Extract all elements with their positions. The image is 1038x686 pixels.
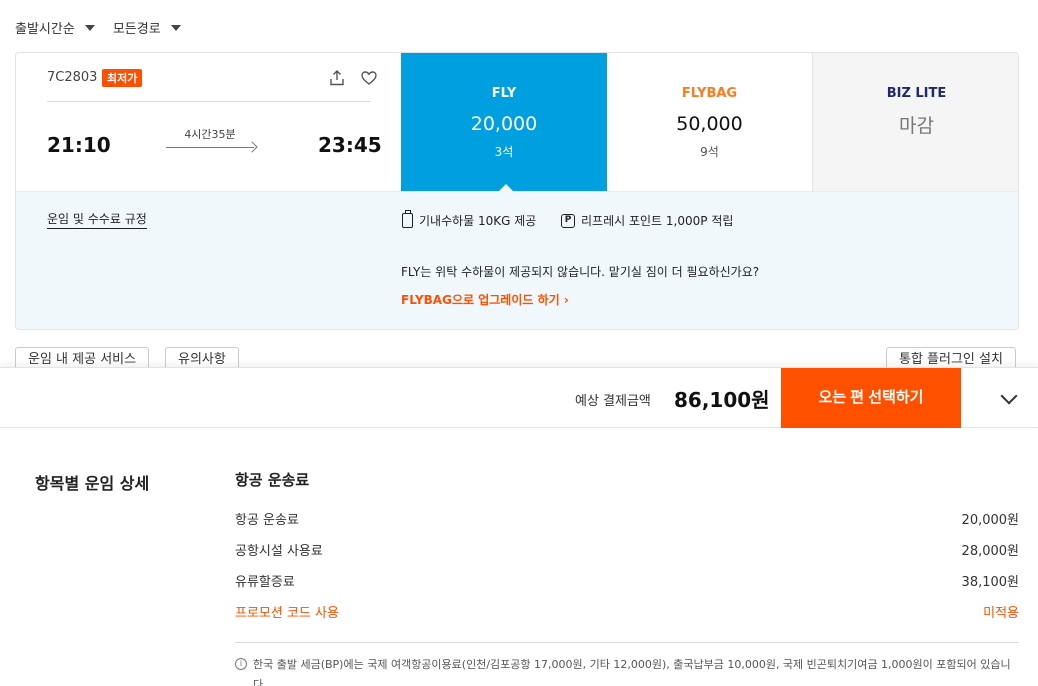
duration-line	[166, 147, 254, 148]
fare-name: FLY	[491, 86, 517, 101]
fare-breakdown-title: 항목별 운임 상세	[35, 474, 150, 493]
sort-bar: 출발시간순 모든경로	[15, 18, 181, 37]
selected-fare-pointer	[498, 184, 514, 192]
fare-row-label: 유류할증료	[235, 575, 295, 590]
carry-on-bag-icon	[402, 210, 413, 228]
sort-order-dropdown[interactable]: 출발시간순	[15, 18, 95, 37]
point-icon: P	[561, 213, 575, 228]
sort-order-label: 출발시간순	[15, 22, 75, 37]
fare-row-label: 프로모션 코드 사용	[235, 606, 339, 621]
fee-rules-link[interactable]: 운임 및 수수료 규정	[47, 210, 147, 229]
lowest-price-badge: 최저가	[102, 69, 143, 87]
fare-name: BIZ LITE	[886, 86, 947, 101]
tax-note: i 한국 출발 세금(BP)에는 국제 여객항공이용료(인천/김포공항 17,0…	[235, 655, 1019, 686]
payment-bar: 예상 결제금액 86,100원 오는 편 선택하기	[0, 367, 1038, 428]
fare-row-value: 38,100원	[961, 575, 1019, 590]
fare-row-label: 공항시설 사용료	[235, 544, 323, 559]
fare-row-label: 항공 운송료	[235, 513, 299, 528]
info-icon: i	[235, 658, 247, 670]
divider	[235, 642, 1019, 643]
promo-code-row: 프로모션 코드 사용 미적용	[235, 602, 1019, 622]
caret-down-icon	[170, 24, 181, 31]
flight-card-summary: 7C2803 최저가 21:10 4시간35분 23:45 FLY 20,000…	[16, 53, 1018, 191]
fare-row: 유류할증료 38,100원	[235, 571, 1019, 591]
route-filter-label: 모든경로	[112, 22, 161, 37]
benefit-carry-on: 기내수하물 10KG 제공	[402, 210, 537, 229]
flight-duration: 4시간35분	[184, 128, 236, 141]
arrow-right-icon	[246, 141, 258, 153]
chevron-down-icon[interactable]	[1000, 387, 1018, 405]
upgrade-flybag-link[interactable]: FLYBAG으로 업그레이드 하기 ›	[401, 291, 569, 308]
fare-name: FLYBAG	[681, 86, 738, 101]
arrival-time: 23:45	[318, 133, 382, 157]
departure-time: 21:10	[47, 133, 111, 157]
fare-price: 20,000	[470, 113, 538, 135]
fare-row: 공항시설 사용료 28,000원	[235, 540, 1019, 560]
fare-seats: 9석	[700, 145, 719, 159]
estimated-payment-label: 예상 결제금액	[575, 394, 651, 409]
estimated-payment-amount: 86,100원	[674, 388, 770, 412]
fare-seats: 3석	[494, 145, 514, 159]
flight-card: 7C2803 최저가 21:10 4시간35분 23:45 FLY 20,000…	[15, 52, 1019, 330]
caret-down-icon	[84, 24, 95, 31]
benefit-carry-on-text: 기내수하물 10KG 제공	[419, 214, 537, 228]
share-icon[interactable]	[328, 69, 346, 87]
benefit-points: P 리프레시 포인트 1,000P 적립	[561, 212, 733, 229]
flight-info: 7C2803 최저가 21:10 4시간35분 23:45	[16, 53, 401, 191]
fare-option-fly[interactable]: FLY 20,000 3석	[401, 53, 607, 191]
fare-option-biz-lite: BIZ LITE 마감	[813, 53, 1018, 191]
route-filter-dropdown[interactable]: 모든경로	[113, 18, 181, 37]
upsell-message: FLY는 위탁 수하물이 제공되지 않습니다. 맡기실 짐이 더 필요하신가요?	[401, 265, 760, 279]
divider	[47, 101, 371, 102]
fare-option-flybag[interactable]: FLYBAG 50,000 9석	[607, 53, 813, 191]
benefit-points-text: 리프레시 포인트 1,000P 적립	[581, 214, 734, 228]
tax-note-text: 한국 출발 세금(BP)에는 국제 여객항공이용료(인천/김포공항 17,000…	[253, 658, 1011, 686]
heart-icon[interactable]	[360, 69, 378, 87]
fare-row-value: 20,000원	[961, 513, 1019, 528]
fare-row: 항공 운송료 20,000원	[235, 509, 1019, 529]
fare-sold-out: 마감	[899, 115, 934, 137]
fare-row-value: 28,000원	[961, 544, 1019, 559]
air-fare-subtitle: 항공 운송료	[235, 471, 310, 489]
fare-row-value: 미적용	[983, 606, 1019, 621]
select-return-flight-button[interactable]: 오는 편 선택하기	[781, 368, 961, 428]
fare-detail-panel: 운임 및 수수료 규정 기내수하물 10KG 제공 P 리프레시 포인트 1,0…	[16, 191, 1018, 329]
flight-number: 7C2803	[47, 70, 98, 85]
fare-price: 50,000	[676, 113, 743, 135]
